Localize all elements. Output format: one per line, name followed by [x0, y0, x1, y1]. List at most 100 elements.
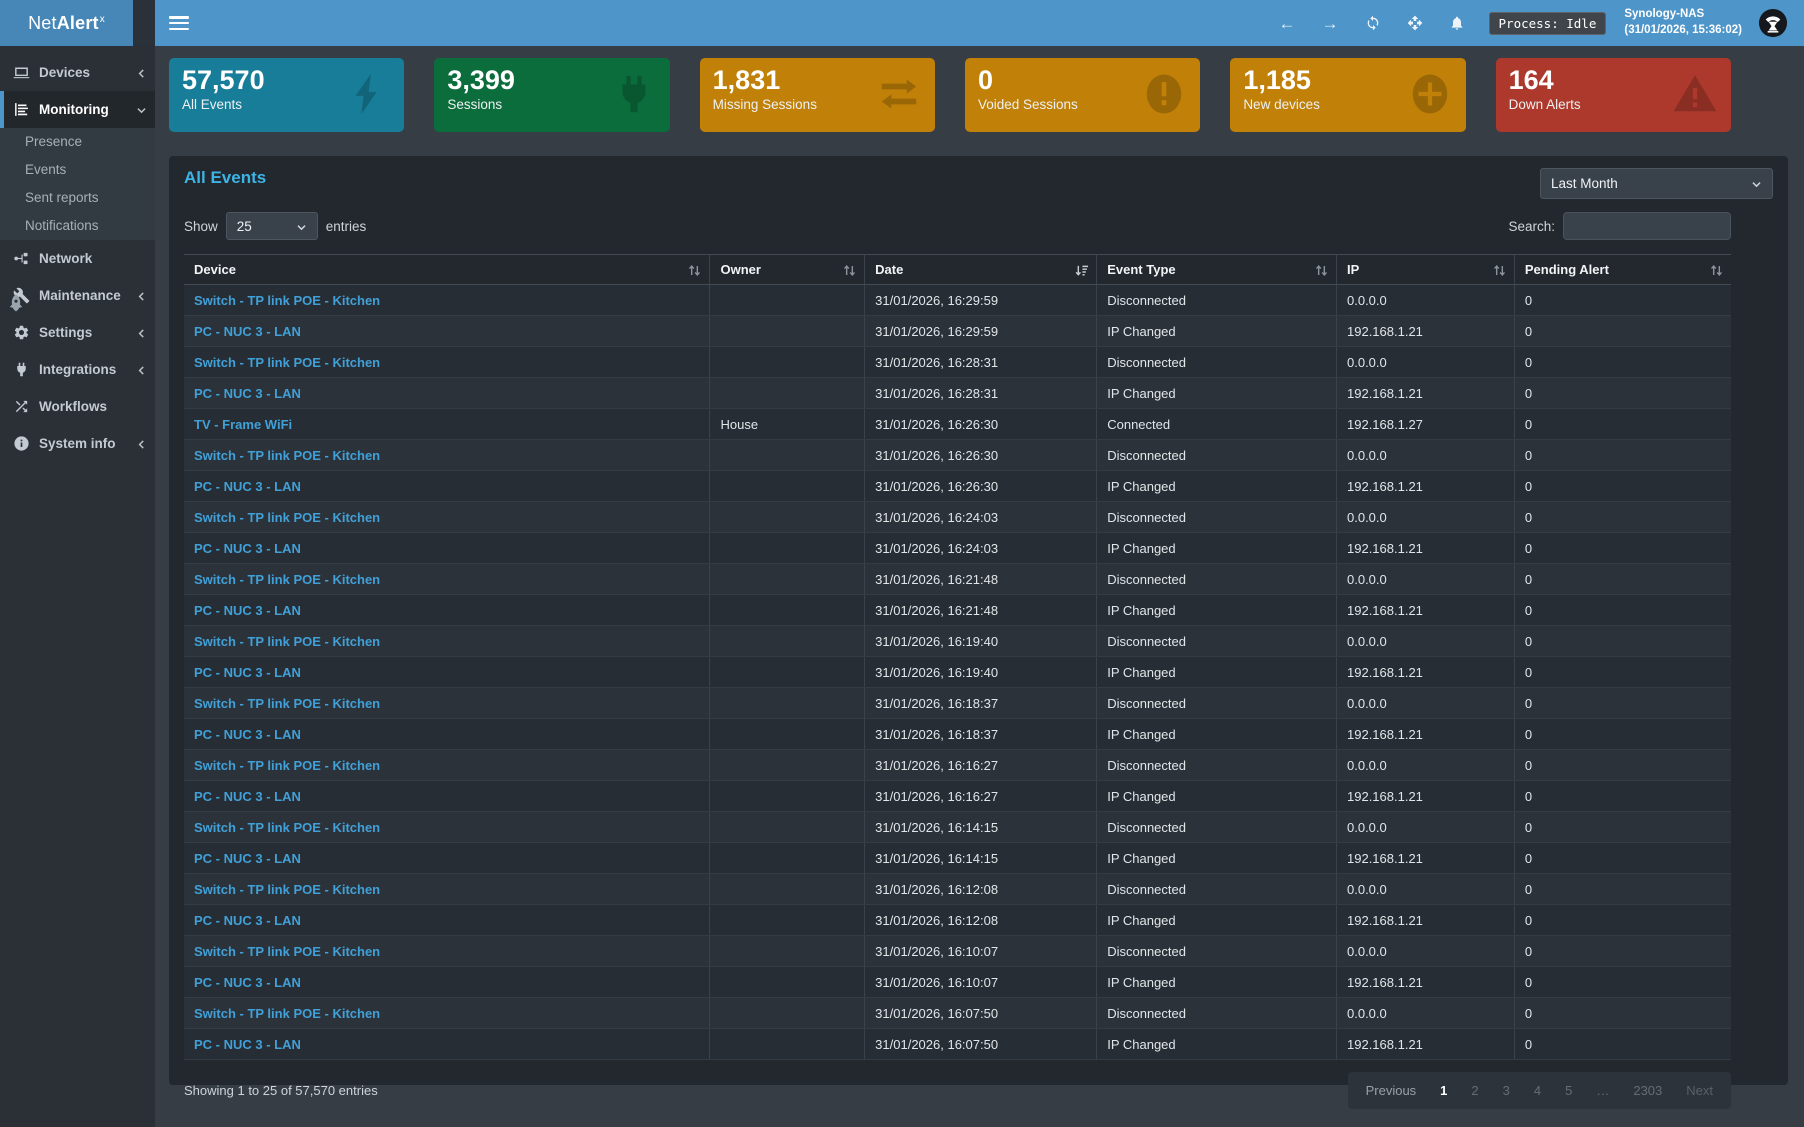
column-header-label: Device: [194, 262, 236, 277]
owner-cell: [710, 936, 865, 967]
device-link[interactable]: PC - NUC 3 - LAN: [184, 316, 710, 347]
device-link[interactable]: Switch - TP link POE - Kitchen: [184, 564, 710, 595]
stat-card-sessions[interactable]: 3,399Sessions: [434, 58, 669, 132]
pending-alert-cell: 0: [1514, 781, 1731, 812]
device-link[interactable]: PC - NUC 3 - LAN: [184, 533, 710, 564]
device-link[interactable]: Switch - TP link POE - Kitchen: [184, 285, 710, 316]
event-type-cell: Disconnected: [1097, 440, 1337, 471]
sidebar-subitem-events[interactable]: Events: [0, 156, 155, 184]
shuffle-icon: [13, 398, 30, 415]
page-button-5[interactable]: 5: [1565, 1083, 1572, 1098]
date-cell: 31/01/2026, 16:07:50: [865, 998, 1097, 1029]
column-header-label: Event Type: [1107, 262, 1175, 277]
page-button-3[interactable]: 3: [1503, 1083, 1510, 1098]
device-link[interactable]: Switch - TP link POE - Kitchen: [184, 998, 710, 1029]
pending-alert-cell: 0: [1514, 440, 1731, 471]
bell-icon[interactable]: [1449, 15, 1465, 31]
sidebar-item-network[interactable]: Network: [0, 240, 155, 277]
device-link[interactable]: Switch - TP link POE - Kitchen: [184, 626, 710, 657]
table-row: Switch - TP link POE - Kitchen 31/01/2026…: [184, 998, 1731, 1029]
device-link[interactable]: PC - NUC 3 - LAN: [184, 378, 710, 409]
column-header-pending-alert[interactable]: Pending Alert: [1514, 255, 1731, 285]
event-type-cell: Disconnected: [1097, 688, 1337, 719]
sidebar-subitem-presence[interactable]: Presence: [0, 128, 155, 156]
chevron-down-icon: [1751, 178, 1762, 189]
ip-cell: 192.168.1.21: [1337, 905, 1515, 936]
exchange-icon: [876, 71, 922, 117]
brand-logo[interactable]: NetAlertx: [0, 0, 133, 46]
stat-card-voided-sessions[interactable]: 0Voided Sessions: [965, 58, 1200, 132]
user-avatar[interactable]: [1758, 8, 1788, 38]
event-type-cell: IP Changed: [1097, 378, 1337, 409]
date-cell: 31/01/2026, 16:16:27: [865, 750, 1097, 781]
device-link[interactable]: Switch - TP link POE - Kitchen: [184, 812, 710, 843]
refresh-icon[interactable]: [1365, 15, 1381, 31]
sidebar-item-workflows[interactable]: Workflows: [0, 388, 155, 425]
device-link[interactable]: PC - NUC 3 - LAN: [184, 1029, 710, 1060]
chevron-left-icon: [136, 364, 147, 375]
device-link[interactable]: Switch - TP link POE - Kitchen: [184, 750, 710, 781]
stat-card-down-alerts[interactable]: 164Down Alerts: [1496, 58, 1731, 132]
owner-cell: House: [710, 409, 865, 440]
device-link[interactable]: TV - Frame WiFi: [184, 409, 710, 440]
move-icon[interactable]: [1407, 15, 1423, 31]
date-cell: 31/01/2026, 16:14:15: [865, 812, 1097, 843]
sidebar-item-monitoring[interactable]: Monitoring: [0, 91, 155, 128]
owner-cell: [710, 843, 865, 874]
previous-page-button[interactable]: Previous: [1366, 1083, 1417, 1098]
plug-icon: [13, 361, 30, 378]
sidebar-toggle-button[interactable]: [169, 16, 189, 30]
device-link[interactable]: PC - NUC 3 - LAN: [184, 843, 710, 874]
device-link[interactable]: Switch - TP link POE - Kitchen: [184, 440, 710, 471]
column-header-event-type[interactable]: Event Type: [1097, 255, 1337, 285]
page-button-2303[interactable]: 2303: [1633, 1083, 1662, 1098]
column-header-ip[interactable]: IP: [1337, 255, 1515, 285]
search-input[interactable]: [1563, 212, 1731, 240]
forward-icon[interactable]: →: [1322, 15, 1339, 32]
stat-card-new-devices[interactable]: 1,185New devices: [1230, 58, 1465, 132]
device-link[interactable]: Switch - TP link POE - Kitchen: [184, 502, 710, 533]
sidebar-item-system-info[interactable]: System info: [0, 425, 155, 462]
pending-alert-cell: 0: [1514, 750, 1731, 781]
device-link[interactable]: PC - NUC 3 - LAN: [184, 657, 710, 688]
sidebar-item-integrations[interactable]: Integrations: [0, 351, 155, 388]
page-button-2[interactable]: 2: [1471, 1083, 1478, 1098]
device-link[interactable]: Switch - TP link POE - Kitchen: [184, 688, 710, 719]
page-button-1[interactable]: 1: [1440, 1083, 1447, 1098]
device-link[interactable]: PC - NUC 3 - LAN: [184, 471, 710, 502]
page-size-select[interactable]: 25: [226, 212, 318, 240]
stat-card-missing-sessions[interactable]: 1,831Missing Sessions: [700, 58, 935, 132]
chevron-left-icon: [136, 290, 147, 301]
back-icon[interactable]: ←: [1279, 15, 1296, 32]
column-header-device[interactable]: Device: [184, 255, 710, 285]
device-link[interactable]: PC - NUC 3 - LAN: [184, 719, 710, 750]
sidebar-subitem-notifications[interactable]: Notifications: [0, 212, 155, 240]
search-label: Search:: [1508, 219, 1555, 234]
device-link[interactable]: Switch - TP link POE - Kitchen: [184, 874, 710, 905]
device-link[interactable]: PC - NUC 3 - LAN: [184, 967, 710, 998]
column-header-date[interactable]: Date: [865, 255, 1097, 285]
page-button-4[interactable]: 4: [1534, 1083, 1541, 1098]
column-header-owner[interactable]: Owner: [710, 255, 865, 285]
device-link[interactable]: Switch - TP link POE - Kitchen: [184, 347, 710, 378]
event-type-cell: Disconnected: [1097, 347, 1337, 378]
event-type-cell: IP Changed: [1097, 905, 1337, 936]
next-page-button[interactable]: Next: [1686, 1083, 1713, 1098]
page-ellipsis[interactable]: …: [1596, 1083, 1609, 1098]
stat-card-all-events[interactable]: 57,570All Events: [169, 58, 404, 132]
device-link[interactable]: PC - NUC 3 - LAN: [184, 781, 710, 812]
chevron-left-icon: [136, 67, 147, 78]
rocket-icon[interactable]: [6, 293, 26, 313]
table-row: PC - NUC 3 - LAN31/01/2026, 16:07:50IP C…: [184, 1029, 1731, 1060]
ip-cell: 0.0.0.0: [1337, 502, 1515, 533]
device-link[interactable]: PC - NUC 3 - LAN: [184, 595, 710, 626]
sidebar-item-settings[interactable]: Settings: [0, 314, 155, 351]
period-select[interactable]: Last Month: [1540, 168, 1773, 199]
ip-cell: 0.0.0.0: [1337, 440, 1515, 471]
sidebar-item-devices[interactable]: Devices: [0, 54, 155, 91]
sidebar-group-monitoring: MonitoringPresenceEventsSent reportsNoti…: [0, 91, 155, 240]
device-link[interactable]: PC - NUC 3 - LAN: [184, 905, 710, 936]
sidebar-subitem-sent-reports[interactable]: Sent reports: [0, 184, 155, 212]
device-link[interactable]: Switch - TP link POE - Kitchen: [184, 936, 710, 967]
host-info: Synology-NAS (31/01/2026, 15:36:02): [1624, 7, 1742, 38]
